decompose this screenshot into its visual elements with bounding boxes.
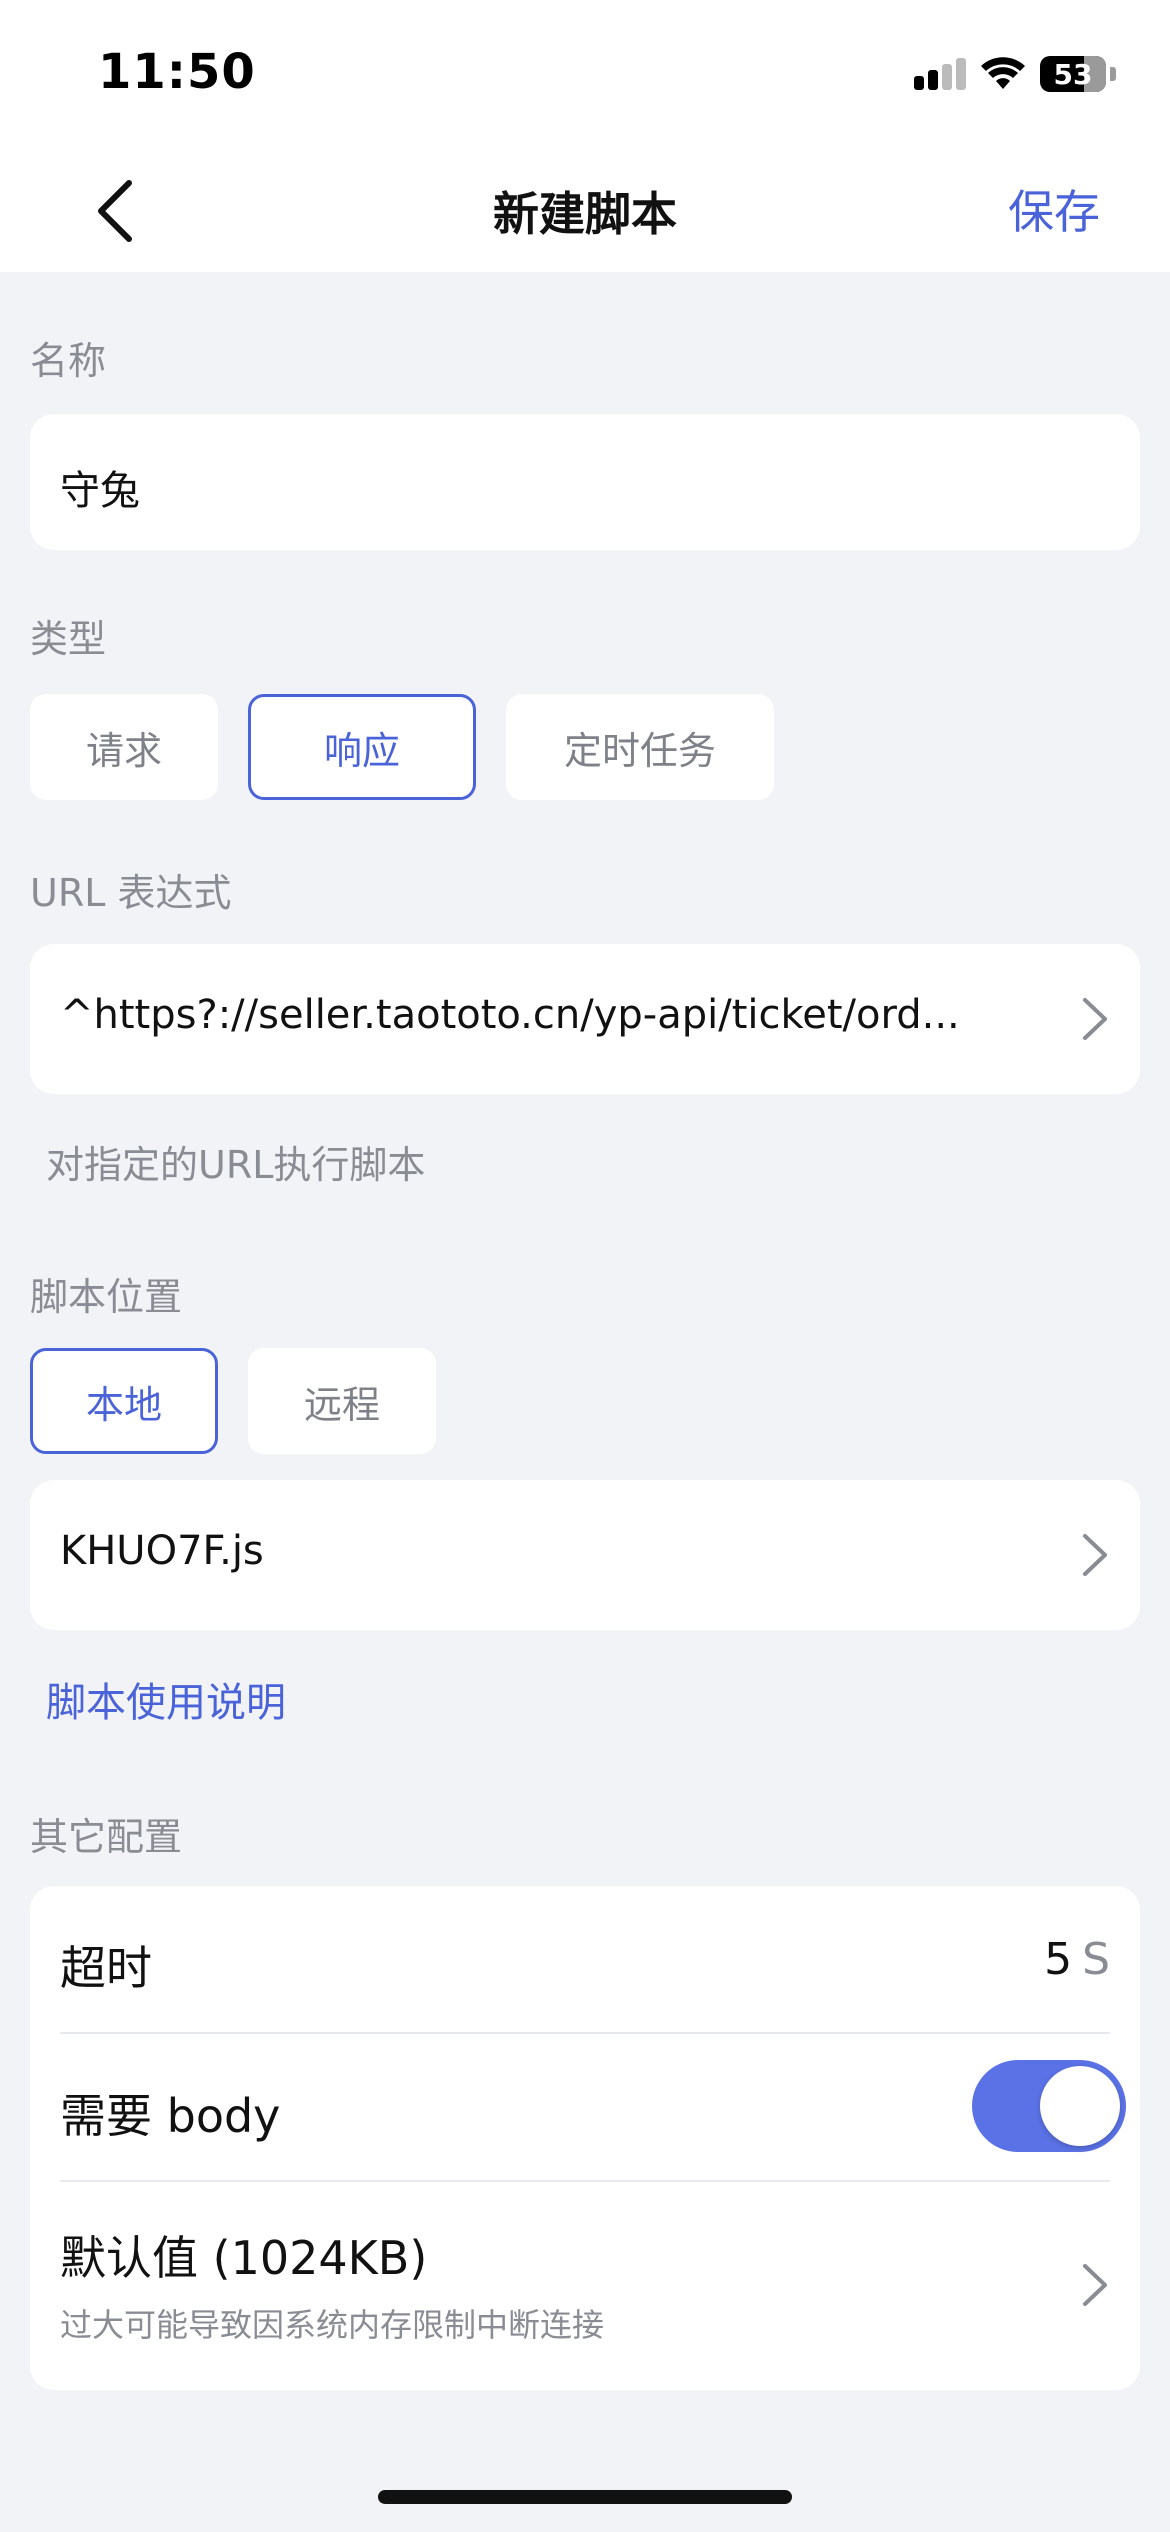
home-indicator: [378, 2490, 792, 2504]
save-button[interactable]: 保存: [1008, 176, 1100, 242]
url-section-label: URL 表达式: [30, 871, 232, 915]
chevron-right-icon: [1083, 998, 1107, 1040]
timeout-unit: S: [1082, 1934, 1110, 1985]
default-value-row[interactable]: 默认值 (1024KB) 过大可能导致因系统内存限制中断连接: [30, 2182, 1140, 2390]
need-body-toggle[interactable]: [972, 2060, 1126, 2152]
type-section-label: 类型: [30, 617, 107, 661]
battery-cap: [1110, 67, 1116, 81]
type-option-response[interactable]: 响应: [248, 694, 476, 800]
location-option-remote[interactable]: 远程: [248, 1348, 436, 1454]
status-bar: 11:50 53: [0, 0, 1170, 150]
wifi-icon: [981, 57, 1025, 89]
battery-icon: 53: [1040, 56, 1106, 92]
type-option-request[interactable]: 请求: [30, 694, 218, 800]
url-hint: 对指定的URL执行脚本: [46, 1143, 426, 1187]
battery-level: 53: [1053, 57, 1093, 91]
status-time: 11:50: [98, 44, 256, 100]
location-option-local[interactable]: 本地: [30, 1348, 218, 1454]
url-expression-field[interactable]: ^https?://seller.taototo.cn/yp-api/ticke…: [30, 944, 1140, 1094]
default-value-subtitle: 过大可能导致因系统内存限制中断连接: [60, 2306, 605, 2344]
status-icons: 53: [914, 52, 1116, 96]
chevron-left-icon: [98, 180, 132, 242]
chevron-right-icon: [1083, 2264, 1107, 2306]
timeout-label: 超时: [60, 1941, 152, 1995]
script-file-field[interactable]: KHUO7F.js: [30, 1480, 1140, 1630]
need-body-label: 需要 body: [60, 2089, 281, 2143]
script-help-link[interactable]: 脚本使用说明: [46, 1670, 286, 1728]
timeout-number: 5: [1044, 1934, 1073, 1985]
need-body-row: 需要 body: [30, 2034, 1140, 2180]
navigation-bar: 新建脚本 保存: [0, 150, 1170, 272]
timeout-row[interactable]: 超时 5S: [30, 1886, 1140, 2032]
chevron-right-icon: [1083, 1534, 1107, 1576]
timeout-value: 5S: [1044, 1934, 1110, 1985]
name-section-label: 名称: [30, 339, 107, 383]
name-field[interactable]: 守兔: [30, 414, 1140, 550]
url-expression-value: ^https?://seller.taototo.cn/yp-api/ticke…: [60, 992, 960, 1038]
name-value: 守兔: [60, 468, 140, 514]
back-button[interactable]: [80, 172, 150, 250]
script-file-value: KHUO7F.js: [60, 1528, 264, 1574]
toggle-knob: [1040, 2066, 1120, 2146]
other-config-card: 超时 5S 需要 body 默认值 (1024KB) 过大可能导致因系统内存限制…: [30, 1886, 1140, 2390]
other-section-label: 其它配置: [30, 1815, 183, 1859]
location-section-label: 脚本位置: [30, 1275, 183, 1319]
default-value-label: 默认值 (1024KB): [60, 2231, 428, 2285]
type-option-scheduled-task[interactable]: 定时任务: [506, 694, 774, 800]
page-title: 新建脚本: [493, 187, 677, 241]
cellular-signal-icon: [914, 58, 966, 90]
